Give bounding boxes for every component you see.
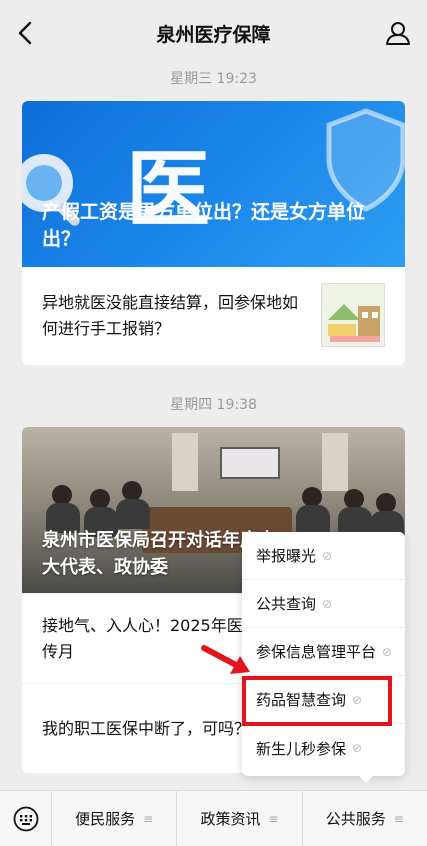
profile-icon[interactable] [385, 20, 411, 46]
tab-convenience-services[interactable]: 便民服务 ≡ [52, 790, 178, 846]
menu-item-label: 参保信息管理平台 [256, 643, 377, 661]
menu-item-report[interactable]: 举报曝光 ⊘ [242, 532, 405, 580]
link-icon: ⊘ [322, 596, 333, 611]
person-head [376, 493, 396, 513]
red-arrow-icon [201, 645, 250, 674]
article-card[interactable]: 医 保 产假工资是男方单位出？还是女方单位出？ 异地就医没能直接结算，回参保地如… [22, 101, 405, 365]
person-head [302, 487, 322, 507]
menu-item-label: 新生儿秒参保 [256, 739, 347, 758]
tab-public-services[interactable]: 公共服务 ≡ [303, 791, 427, 846]
message-time: 星期四 19:38 [170, 397, 257, 413]
keyboard-toggle[interactable] [0, 790, 52, 846]
keyboard-icon [13, 806, 38, 831]
menu-item-label: 举报曝光 [256, 547, 317, 565]
person-head [90, 489, 110, 509]
menu-lines-icon: ≡ [393, 811, 404, 826]
article-hero[interactable]: 医 保 产假工资是男方单位出？还是女方单位出？ [22, 101, 405, 267]
shield-icon [326, 108, 405, 212]
menu-lines-icon: ≡ [268, 811, 279, 826]
menu-item-newborn-insurance[interactable]: 新生儿秒参保 ⊘ [242, 724, 405, 772]
highlight-box [242, 676, 392, 726]
service-popup-menu: 举报曝光 ⊘ 公共查询 ⊘ 参保信息管理平台 ⊘ 药品智慧查询 ⊘ 新生儿秒参保… [242, 532, 405, 776]
link-icon: ⊘ [352, 741, 363, 755]
menu-pointer [358, 775, 374, 783]
menu-lines-icon: ≡ [143, 811, 154, 826]
message-time: 星期三 19:23 [170, 71, 257, 87]
bottom-menu-bar: 便民服务 ≡ 政策资讯 ≡ 公共服务 ≡ [0, 790, 427, 846]
article-thumbnail [321, 283, 385, 347]
tab-label: 公共服务 [325, 810, 386, 828]
menu-item-insurance-platform[interactable]: 参保信息管理平台 ⊘ [242, 628, 405, 676]
link-icon: ⊘ [382, 644, 393, 659]
person-body [296, 505, 330, 535]
top-bar: 泉州医疗保障 [0, 0, 427, 66]
tab-label: 政策资讯 [200, 810, 261, 828]
menu-item-label: 公共查询 [256, 595, 317, 613]
room-window [172, 433, 198, 491]
person-head [52, 485, 72, 505]
list-item-title: 异地就医没能直接结算，回参保地如何进行手工报销？ [42, 293, 299, 338]
tab-policy-news[interactable]: 政策资讯 ≡ [177, 790, 303, 846]
tab-label: 便民服务 [75, 810, 136, 828]
article-headline: 产假工资是男方单位出？还是女方单位出？ [42, 201, 366, 250]
room-window [322, 433, 348, 491]
projection-screen [220, 447, 280, 479]
person-body [116, 499, 150, 529]
list-item[interactable]: 异地就医没能直接结算，回参保地如何进行手工报销？ [22, 267, 405, 365]
person-head [122, 481, 142, 501]
page-title: 泉州医疗保障 [156, 23, 271, 46]
back-arrow-icon[interactable] [14, 20, 38, 46]
link-icon: ⊘ [322, 548, 333, 563]
person-head [344, 489, 364, 509]
menu-item-public-query[interactable]: 公共查询 ⊘ [242, 580, 405, 628]
